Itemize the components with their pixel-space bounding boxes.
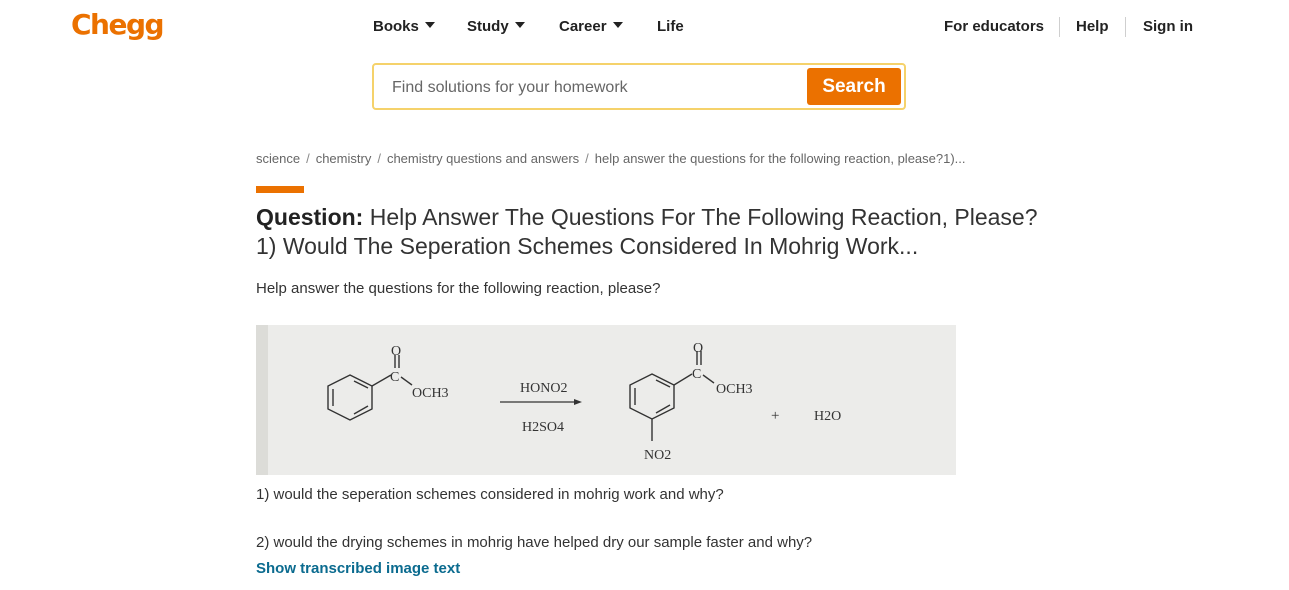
reagent-top: HONO2 bbox=[520, 381, 567, 396]
nav-career[interactable]: Career bbox=[559, 18, 623, 35]
question-part-1: 1) would the seperation schemes consider… bbox=[256, 486, 724, 503]
search-button[interactable]: Search bbox=[807, 68, 901, 105]
caret-down-icon bbox=[514, 22, 525, 29]
caret-down-icon bbox=[612, 22, 623, 29]
chegg-logo[interactable]: Chegg bbox=[71, 8, 165, 41]
for-educators-link[interactable]: For educators bbox=[944, 18, 1044, 35]
nav-career-label: Career bbox=[559, 18, 607, 35]
nav-life[interactable]: Life bbox=[657, 18, 684, 35]
reaction-image: O C OCH3 HONO2 H2SO4 O C OCH3 NO2 + H2O bbox=[256, 325, 956, 475]
product-carbonyl-carbon: C bbox=[692, 367, 701, 382]
breadcrumb-chemistry-qa[interactable]: chemistry questions and answers bbox=[387, 151, 579, 166]
product-nitro-group: NO2 bbox=[644, 448, 671, 463]
breadcrumb-separator: / bbox=[585, 151, 589, 166]
question-title: Question: Help Answer The Questions For … bbox=[256, 203, 1046, 261]
help-link[interactable]: Help bbox=[1076, 18, 1109, 35]
divider bbox=[1059, 17, 1060, 37]
sign-in-link[interactable]: Sign in bbox=[1143, 18, 1193, 35]
accent-bar bbox=[256, 186, 304, 193]
byproduct-water: H2O bbox=[814, 409, 841, 424]
nav-study[interactable]: Study bbox=[467, 18, 525, 35]
product-methoxy: OCH3 bbox=[716, 382, 753, 397]
reactant-carbonyl-carbon: C bbox=[390, 370, 399, 385]
breadcrumb-current[interactable]: help answer the questions for the follow… bbox=[595, 151, 966, 166]
arrow-head bbox=[574, 399, 582, 405]
reactant-methoxy: OCH3 bbox=[412, 386, 449, 401]
breadcrumb: science / chemistry / chemistry questions an… bbox=[256, 151, 966, 166]
breadcrumb-chemistry[interactable]: chemistry bbox=[316, 151, 372, 166]
question-label: Question: bbox=[256, 204, 364, 230]
breadcrumb-separator: / bbox=[306, 151, 310, 166]
breadcrumb-science[interactable]: science bbox=[256, 151, 300, 166]
reactant-oxygen: O bbox=[391, 344, 401, 359]
reactant-benzene-ring bbox=[327, 355, 413, 421]
nav-study-label: Study bbox=[467, 18, 509, 35]
product-benzene-ring bbox=[629, 351, 715, 441]
search-input[interactable] bbox=[390, 75, 794, 101]
nav-books-label: Books bbox=[373, 18, 419, 35]
question-title-text: Help Answer The Questions For The Follow… bbox=[256, 204, 1038, 259]
question-intro: Help answer the questions for the follow… bbox=[256, 280, 661, 297]
nav-life-label: Life bbox=[657, 18, 684, 35]
product-oxygen: O bbox=[693, 341, 703, 356]
divider bbox=[1125, 17, 1126, 37]
nav-books[interactable]: Books bbox=[373, 18, 435, 35]
search-bar: Search bbox=[372, 63, 906, 110]
reagent-bottom: H2SO4 bbox=[522, 420, 564, 435]
question-part-2: 2) would the drying schemes in mohrig ha… bbox=[256, 534, 813, 551]
reaction-scheme: O C OCH3 HONO2 H2SO4 O C OCH3 NO2 + H2O bbox=[327, 341, 841, 463]
breadcrumb-separator: / bbox=[377, 151, 381, 166]
show-transcribed-text-link[interactable]: Show transcribed image text bbox=[256, 560, 460, 577]
caret-down-icon bbox=[424, 22, 435, 29]
plus-sign: + bbox=[771, 408, 779, 424]
